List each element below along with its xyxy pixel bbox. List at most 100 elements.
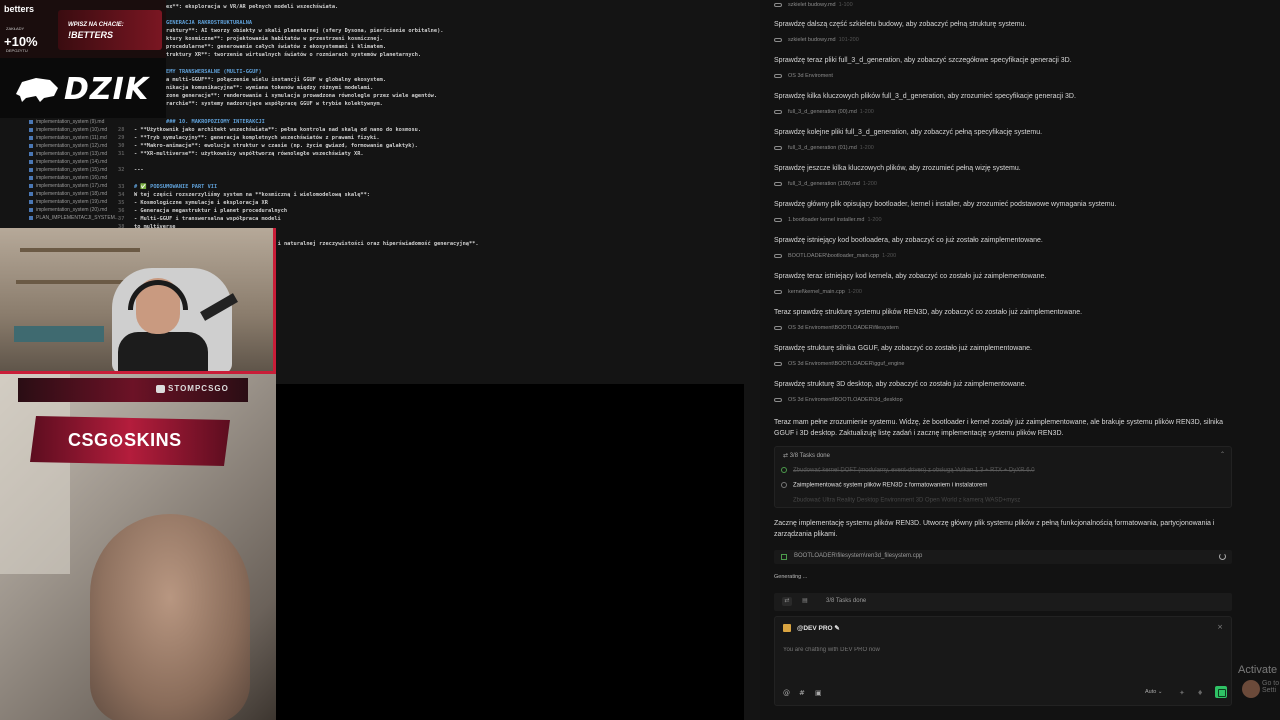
pending-icon <box>781 497 787 503</box>
model-select[interactable]: Auto ⌄ <box>1145 689 1162 695</box>
file-icon <box>29 175 33 180</box>
sidebar-file-item[interactable]: implementation_system (9).md <box>24 118 134 126</box>
code-line[interactable]: 33 # ✅ PODSUMOWANIE PART VII <box>118 184 217 190</box>
file-reference[interactable]: full_3_d_generation (100).md 1-200 <box>774 181 877 187</box>
code-line[interactable]: 30- **Makro-animacje**: ewolucja struktu… <box>118 143 418 149</box>
task-list-header: ⇄ 3/8 Tasks done <box>783 453 830 459</box>
file-reference[interactable]: kernel\kernel_main.cpp 1-200 <box>774 289 862 295</box>
youtube-icon <box>156 385 165 393</box>
file-reference[interactable]: OS 3d Enviroment\BOOTLOADER\filesystem <box>774 325 902 331</box>
code-line[interactable]: nikacja komunikacyjna**: wymiana tokenów… <box>166 85 373 91</box>
sponsor-name: CSG⊙SKINS <box>68 430 182 450</box>
agent-icon <box>783 624 791 632</box>
sponsor-banner: betters ZAKŁADY +10% DEPOZYTU WPISZ NA C… <box>0 0 166 58</box>
hashtag-icon[interactable]: # <box>799 689 805 697</box>
code-line[interactable]: 28- **Użytkownik jako architekt wszechśw… <box>118 127 421 133</box>
code-line[interactable]: 31- **XR-multiverse**: użytkownicy współ… <box>118 151 364 157</box>
microphone-icon[interactable]: ♦ <box>1197 689 1203 697</box>
code-line[interactable]: rarchie**: systemy nadzorujące współprac… <box>166 101 383 107</box>
code-line[interactable]: 37- Multi-GGUF i transwersalna współprac… <box>118 216 281 222</box>
file-reference[interactable]: szkielet budowy.md 1-100 <box>774 2 853 8</box>
sponsor-label-2: DEPOZYTU <box>6 48 28 53</box>
task-item[interactable]: Zaimplementować system plików REN3D z fo… <box>781 482 987 489</box>
link-icon <box>774 73 782 78</box>
file-icon <box>29 167 33 172</box>
assistant-message: Teraz sprawdzę strukturę systemu plików … <box>774 309 1083 316</box>
code-line[interactable]: EMY TRANSWERSALNE (MULTI-GGUF) <box>166 69 262 75</box>
link-icon <box>774 181 782 186</box>
file-icon <box>29 119 33 124</box>
file-reference[interactable]: OS 3d Enviroment\BOOTLOADER\3d_desktop <box>774 397 906 403</box>
sponsor-label: ZAKŁADY <box>6 26 25 31</box>
file-reference[interactable]: OS 3d Enviroment <box>774 73 836 79</box>
close-icon[interactable]: × <box>1217 623 1223 631</box>
code-line[interactable]: zone generacje**: renderowanie i symulac… <box>166 93 437 99</box>
boar-icon <box>16 78 58 102</box>
code-line[interactable]: ruktury**: AI tworzy obiekty w skali pla… <box>166 28 443 34</box>
file-reference[interactable]: BOOTLOADER\bootloader_main.cpp 1-200 <box>774 253 896 259</box>
settings-icon[interactable]: ✦ <box>1179 689 1185 697</box>
file-path: BOOTLOADER\filesystem\ren3d_filesystem.c… <box>794 553 923 559</box>
file-reference[interactable]: full_3_d_generation (00).md 1-200 <box>774 109 874 115</box>
file-reference[interactable]: OS 3d Enviroment\BOOTLOADER\gguf_engine <box>774 361 907 367</box>
sponsor-banner-csgoskins: CSG⊙SKINS <box>30 416 230 466</box>
toolbar-tasks-count[interactable]: 3/8 Tasks done <box>826 598 866 604</box>
code-line[interactable]: ex**: eksploracja w VR/AR pełnych modeli… <box>166 4 338 10</box>
code-line[interactable]: ktury kosmiczne**: projektowanie habitat… <box>166 36 383 42</box>
link-icon <box>774 253 782 258</box>
code-line[interactable]: a multi-GGUF**: połączenie wielu instanc… <box>166 77 386 83</box>
list-view-icon[interactable]: ⇄ <box>782 597 792 606</box>
sidebar-file-item[interactable]: implementation_system (14).md <box>24 158 134 166</box>
link-icon <box>774 289 782 294</box>
link-icon <box>774 361 782 366</box>
code-line[interactable]: 36- Generacja megastruktur i planet proc… <box>118 208 287 214</box>
code-line[interactable]: ### 10. MAKROPOZIOMY INTERAKCJI <box>166 119 265 125</box>
code-line[interactable]: GENERACJA RAKROSTRUKTURALNA <box>166 20 252 26</box>
code-line[interactable]: 34 W tej części rozszerzyliśmy system na … <box>118 192 370 198</box>
file-icon <box>29 143 33 148</box>
assistant-message: Sprawdzę kilka kluczowych plików full_3_… <box>774 93 1076 100</box>
task-item[interactable]: Zbudować kernel DOFT (modularny, event-d… <box>781 467 1035 474</box>
chat-input[interactable] <box>783 647 1083 653</box>
assistant-message: Sprawdzę główny plik opisujący bootloade… <box>774 201 1117 208</box>
task-list[interactable]: ⇄ 3/8 Tasks done ⌃ Zbudować kernel DOFT … <box>774 446 1232 508</box>
code-line[interactable]: procedularne**: generowanie całych świat… <box>166 44 386 50</box>
chevron-up-icon[interactable]: ⌃ <box>1220 451 1225 458</box>
code-line[interactable]: truktury XR**: tworzenie wirtualnych świ… <box>166 52 421 58</box>
assistant-summary: Teraz mam pełne zrozumienie systemu. Wid… <box>774 419 1223 437</box>
progress-icon <box>781 482 787 488</box>
assistant-message: Sprawdzę strukturę silnika GGUF, aby zob… <box>774 345 1032 352</box>
file-icon <box>29 191 33 196</box>
file-reference[interactable]: 1.bootloader kernel installer.md 1-200 <box>774 217 882 223</box>
file-being-written[interactable]: BOOTLOADER\filesystem\ren3d_filesystem.c… <box>774 550 1232 564</box>
ai-chat-panel: szkielet budowy.md 1-100 Sprawdzę dalszą c… <box>760 0 1280 720</box>
task-item[interactable]: Zbudować Ultra Reality Desktop Environme… <box>781 497 1020 504</box>
mention-icon[interactable]: @ <box>783 689 790 697</box>
code-line[interactable]: 32 --- <box>118 167 144 173</box>
file-icon <box>29 135 33 140</box>
sidebar-file-item[interactable]: implementation_system (16).md <box>24 174 134 182</box>
file-icon <box>29 207 33 212</box>
image-icon[interactable]: ▣ <box>815 689 822 697</box>
channel-logo: DZIK <box>0 58 166 118</box>
code-line[interactable]: 35- Kosmologiczne symulacje i eksploracj… <box>118 200 268 206</box>
sponsor-code: !BETTERS <box>68 30 113 40</box>
link-icon <box>774 397 782 402</box>
send-button[interactable] <box>1215 686 1227 698</box>
assistant-message: Sprawdzę dalszą część szkieletu budowy, … <box>774 21 1027 28</box>
document-icon[interactable]: ▤ <box>800 597 810 606</box>
file-reference[interactable]: szkielet budowy.md 101-200 <box>774 37 859 43</box>
stream-handle: STOMPCSGO <box>168 384 229 393</box>
streamer-webcam <box>0 228 276 374</box>
sponsor-bonus: +10% <box>4 34 38 49</box>
link-icon <box>774 37 782 42</box>
link-icon <box>774 325 782 330</box>
code-line[interactable]: 29- **Tryb symulacyjny**: generacja komp… <box>118 135 380 141</box>
channel-logo-text: DZIK <box>64 72 150 107</box>
file-reference[interactable]: full_3_d_generation (01).md 1-200 <box>774 145 874 151</box>
check-icon <box>781 467 787 473</box>
agent-label: @DEV PRO ✎ <box>797 625 840 632</box>
file-icon <box>29 127 33 132</box>
stream-handle-banner: STOMPCSGO <box>18 378 248 402</box>
spinner-icon <box>1219 553 1226 560</box>
